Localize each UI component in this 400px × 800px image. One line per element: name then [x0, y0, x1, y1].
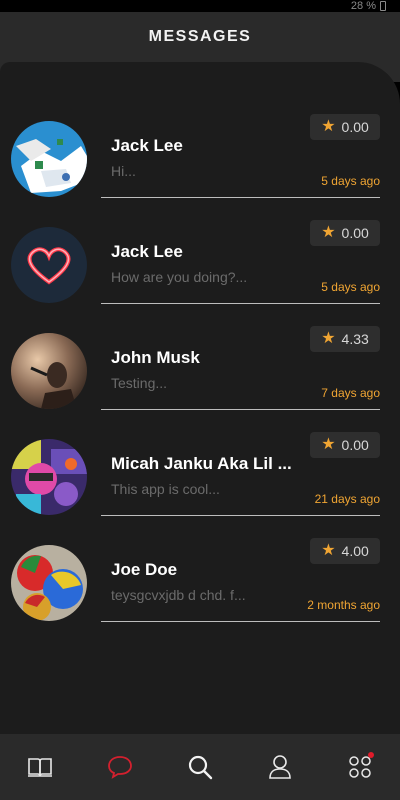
- apps-grid-icon: [349, 756, 371, 778]
- status-bar: 28 %: [0, 0, 400, 12]
- star-icon: ★: [321, 224, 336, 241]
- rating-badge: ★ 0.00: [310, 220, 380, 246]
- rating-value: 4.00: [341, 543, 369, 559]
- star-icon: ★: [321, 330, 336, 347]
- notification-dot: [368, 752, 374, 758]
- contact-name: Jack Lee: [111, 242, 183, 261]
- nav-messages[interactable]: [100, 747, 140, 787]
- nav-search[interactable]: [180, 747, 220, 787]
- nav-profile[interactable]: [260, 747, 300, 787]
- message-preview: Hi...: [111, 163, 136, 179]
- message-preview: Testing...: [111, 375, 168, 391]
- message-row[interactable]: Jack Lee Hi... ★ 0.00 5 days ago: [0, 114, 400, 220]
- battery-text: 28 %: [350, 0, 376, 12]
- message-time: 5 days ago: [321, 280, 380, 294]
- message-row[interactable]: John Musk Testing... ★ 4.33 7 days ago: [0, 326, 400, 432]
- avatar: [11, 121, 87, 197]
- divider: [101, 621, 380, 622]
- rating-value: 0.00: [341, 437, 369, 453]
- message-time: 21 days ago: [314, 492, 380, 506]
- messages-list: Jack Lee Hi... ★ 0.00 5 days ago Jack Le…: [0, 62, 400, 734]
- avatar: [11, 545, 87, 621]
- message-preview: This app is cool...: [111, 481, 220, 497]
- message-time: 7 days ago: [321, 386, 380, 400]
- nav-more[interactable]: [340, 747, 380, 787]
- chat-bubble-icon: [108, 756, 132, 779]
- rating-value: 4.33: [341, 331, 369, 347]
- message-row[interactable]: Joe Doe teysgcvxjdb d chd. f... ★ 4.00 2…: [0, 538, 400, 644]
- divider: [101, 515, 380, 516]
- contact-name: Joe Doe: [111, 560, 178, 579]
- avatar: [11, 333, 87, 409]
- message-row[interactable]: Micah Janku Aka Lil ... This app is cool…: [0, 432, 400, 538]
- rating-value: 0.00: [341, 119, 369, 135]
- book-icon: [28, 758, 52, 777]
- rating-badge: ★ 0.00: [310, 432, 380, 458]
- rating-badge: ★ 4.00: [310, 538, 380, 564]
- nav-library[interactable]: [20, 747, 60, 787]
- star-icon: ★: [321, 118, 336, 135]
- rating-badge: ★ 4.33: [310, 326, 380, 352]
- contact-name: John Musk: [111, 348, 200, 367]
- avatar: [11, 439, 87, 515]
- message-time: 5 days ago: [321, 174, 380, 188]
- contact-name: Micah Janku Aka Lil ...: [111, 454, 292, 473]
- contact-name: Jack Lee: [111, 136, 183, 155]
- message-preview: teysgcvxjdb d chd. f...: [111, 587, 246, 603]
- divider: [101, 409, 380, 410]
- battery-icon: [380, 1, 386, 11]
- message-preview: How are you doing?...: [111, 269, 248, 285]
- star-icon: ★: [321, 542, 336, 559]
- divider: [101, 197, 380, 198]
- star-icon: ★: [321, 436, 336, 453]
- user-icon: [269, 755, 291, 779]
- message-row[interactable]: Jack Lee How are you doing?... ★ 0.00 5 …: [0, 220, 400, 326]
- page-title: MESSAGES: [148, 28, 252, 45]
- avatar: [11, 227, 87, 303]
- divider: [101, 303, 380, 304]
- rating-badge: ★ 0.00: [310, 114, 380, 140]
- rating-value: 0.00: [341, 225, 369, 241]
- search-icon: [188, 755, 213, 780]
- message-time: 2 months ago: [307, 598, 380, 612]
- bottom-nav: [0, 734, 400, 800]
